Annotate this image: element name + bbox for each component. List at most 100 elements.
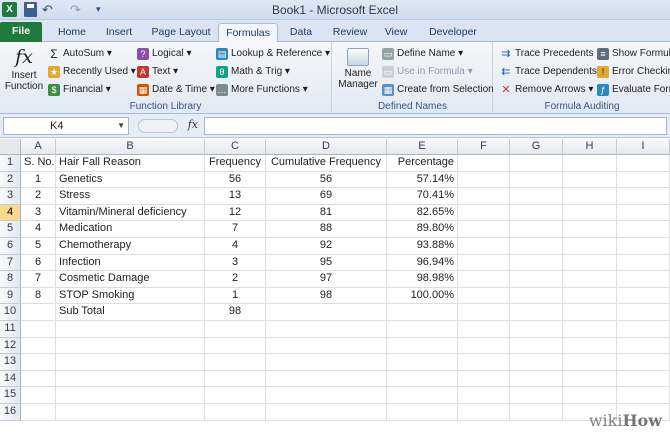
cell-f1[interactable] [458, 155, 510, 172]
column-header-f[interactable]: F [458, 139, 510, 155]
cell-i12[interactable] [617, 337, 670, 355]
cell-d1[interactable]: Cumulative Frequency [266, 155, 387, 172]
cell-d9[interactable]: 98 [266, 287, 387, 305]
cell-d5[interactable]: 88 [266, 221, 387, 238]
error-checking-button[interactable]: ! Error Checkin [597, 64, 670, 80]
cell-b8[interactable]: Cosmetic Damage [56, 271, 205, 288]
row-header-1[interactable]: 1 [0, 155, 21, 172]
show-formulas-button[interactable]: ≡ Show Formul [597, 46, 670, 62]
cell-c6[interactable]: 4 [205, 238, 266, 255]
cell-b3[interactable]: Stress [56, 188, 205, 205]
cell-e4[interactable]: 82.65% [387, 204, 458, 222]
cell-b15[interactable] [56, 387, 205, 404]
autosum-button[interactable]: Σ AutoSum ▾ [48, 46, 112, 62]
cell-g9[interactable] [510, 287, 563, 305]
cell-c2[interactable]: 56 [205, 171, 266, 189]
cell-c1[interactable]: Frequency [205, 155, 266, 172]
cell-f2[interactable] [458, 171, 510, 189]
cell-d13[interactable] [266, 354, 387, 371]
cell-e11[interactable] [387, 321, 458, 338]
cell-g3[interactable] [510, 188, 563, 205]
tab-data[interactable]: Data [281, 23, 321, 42]
cell-a6[interactable]: 5 [21, 238, 56, 255]
cell-f4[interactable] [458, 204, 510, 222]
cell-i7[interactable] [617, 254, 670, 272]
cell-i1[interactable] [617, 155, 670, 172]
cell-b7[interactable]: Infection [56, 254, 205, 272]
cell-e3[interactable]: 70.41% [387, 188, 458, 205]
cell-h2[interactable] [563, 171, 617, 189]
cell-b2[interactable]: Genetics [56, 171, 205, 189]
cell-g5[interactable] [510, 221, 563, 238]
insert-function-icon[interactable]: fx [188, 118, 198, 131]
evaluate-formula-button[interactable]: ƒEvaluate Form [597, 82, 670, 98]
formula-input[interactable] [204, 117, 667, 135]
cell-h12[interactable] [563, 337, 617, 355]
cell-b16[interactable] [56, 404, 205, 421]
cell-d14[interactable] [266, 370, 387, 388]
cell-f10[interactable] [458, 304, 510, 321]
column-header-h[interactable]: H [563, 139, 617, 155]
cell-f13[interactable] [458, 354, 510, 371]
cell-g1[interactable] [510, 155, 563, 172]
tab-developer[interactable]: Developer [424, 23, 482, 42]
cell-c14[interactable] [205, 370, 266, 388]
cell-f6[interactable] [458, 238, 510, 255]
cell-h11[interactable] [563, 321, 617, 338]
cell-i3[interactable] [617, 188, 670, 205]
cell-c7[interactable]: 3 [205, 254, 266, 272]
cell-d10[interactable] [266, 304, 387, 321]
row-header-5[interactable]: 5 [0, 221, 21, 238]
cell-i9[interactable] [617, 287, 670, 305]
cell-b4[interactable]: Vitamin/Mineral deficiency [56, 204, 205, 222]
chevron-down-icon[interactable]: ▼ [117, 118, 125, 134]
use-in-formula-button[interactable]: ▭ Use in Formula ▾ [382, 64, 473, 80]
cell-a13[interactable] [21, 354, 56, 371]
cell-c3[interactable]: 13 [205, 188, 266, 205]
cell-h5[interactable] [563, 221, 617, 238]
cell-a15[interactable] [21, 387, 56, 404]
cell-h13[interactable] [563, 354, 617, 371]
cell-g16[interactable] [510, 404, 563, 421]
cell-f15[interactable] [458, 387, 510, 404]
cell-a16[interactable] [21, 404, 56, 421]
define-name-button[interactable]: ▭ Define Name ▾ [382, 46, 463, 62]
tab-review[interactable]: Review [327, 23, 373, 42]
row-header-13[interactable]: 13 [0, 354, 21, 371]
cell-i2[interactable] [617, 171, 670, 189]
row-header-12[interactable]: 12 [0, 337, 21, 355]
cell-f5[interactable] [458, 221, 510, 238]
cell-g12[interactable] [510, 337, 563, 355]
cell-a5[interactable]: 4 [21, 221, 56, 238]
cell-g11[interactable] [510, 321, 563, 338]
column-header-i[interactable]: I [617, 139, 670, 155]
cell-b11[interactable] [56, 321, 205, 338]
column-header-a[interactable]: A [21, 139, 56, 155]
cell-c11[interactable] [205, 321, 266, 338]
financial-button[interactable]: $ Financial ▾ [48, 82, 111, 98]
cell-d2[interactable]: 56 [266, 171, 387, 189]
column-header-b[interactable]: B [56, 139, 205, 155]
cell-a3[interactable]: 2 [21, 188, 56, 205]
tab-view[interactable]: View [378, 23, 414, 42]
cell-a2[interactable]: 1 [21, 171, 56, 189]
cell-h8[interactable] [563, 271, 617, 288]
cell-d16[interactable] [266, 404, 387, 421]
cell-a9[interactable]: 8 [21, 287, 56, 305]
logical-button[interactable]: ? Logical ▾ [137, 46, 192, 62]
cell-e16[interactable] [387, 404, 458, 421]
cell-a12[interactable] [21, 337, 56, 355]
name-box[interactable]: K4 ▼ [3, 117, 129, 135]
row-header-7[interactable]: 7 [0, 254, 21, 272]
cell-i8[interactable] [617, 271, 670, 288]
row-header-14[interactable]: 14 [0, 370, 21, 388]
trace-dependents-button[interactable]: ⇇ Trace Dependents [500, 64, 597, 80]
more-functions-button[interactable]: … More Functions ▾ [216, 82, 308, 98]
cell-i11[interactable] [617, 321, 670, 338]
text-button[interactable]: A Text ▾ [137, 64, 178, 80]
cell-a14[interactable] [21, 370, 56, 388]
cell-g8[interactable] [510, 271, 563, 288]
cell-f9[interactable] [458, 287, 510, 305]
column-header-c[interactable]: C [205, 139, 266, 155]
cell-b12[interactable] [56, 337, 205, 355]
